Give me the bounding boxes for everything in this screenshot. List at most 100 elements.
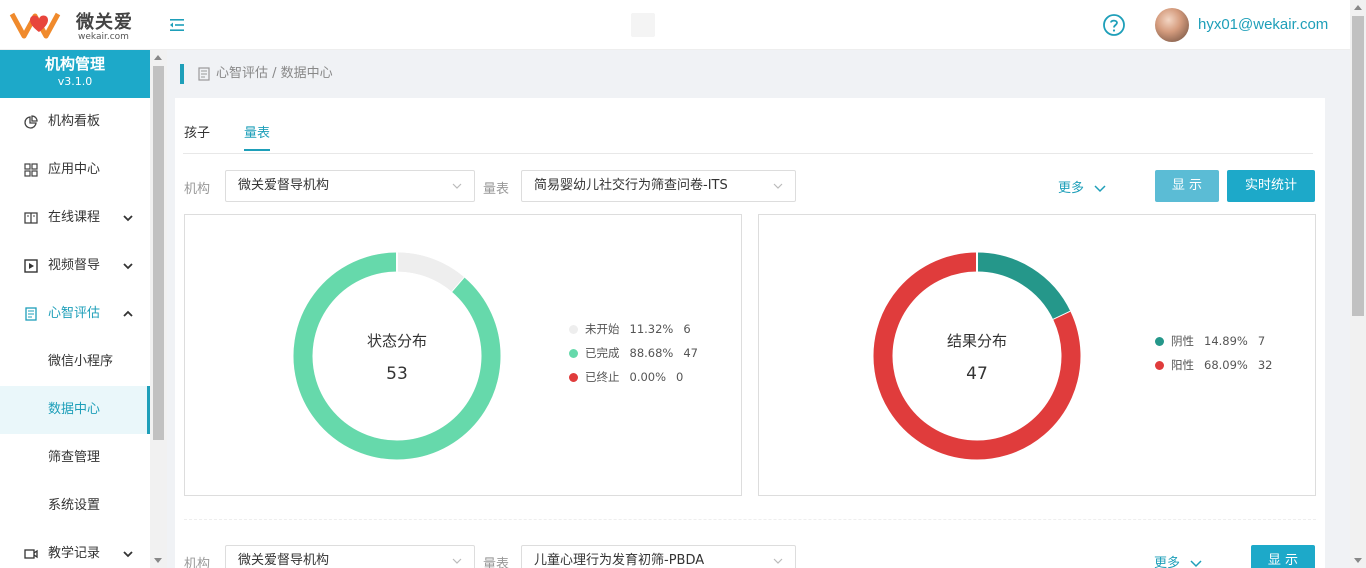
sidebar-item-settings[interactable]: 系统设置 bbox=[0, 482, 150, 530]
chevron-down-icon bbox=[773, 183, 783, 189]
legend-count: 47 bbox=[683, 346, 698, 360]
legend-dot bbox=[1155, 337, 1164, 346]
scale-label: 量表 bbox=[483, 557, 510, 568]
donut-slice[interactable] bbox=[293, 252, 501, 460]
show-button[interactable]: 显 示 bbox=[1251, 545, 1315, 568]
sidebar-title: 机构管理 bbox=[44, 55, 105, 73]
legend-percent: 0.00% bbox=[629, 370, 667, 384]
legend-name: 已终止 bbox=[585, 370, 620, 384]
legend-item[interactable]: 阴性 14.89% 7 bbox=[1155, 329, 1283, 353]
legend-percent: 88.68% bbox=[629, 346, 674, 360]
sidebar: 机构管理 v3.1.0 机构看板 应用中心 在线课程 视频督导 心智评估 微信小… bbox=[0, 50, 150, 568]
org-select-value: 微关爱督导机构 bbox=[238, 553, 330, 568]
page-scrollbar[interactable] bbox=[1350, 0, 1366, 568]
chart-legend: 未开始 11.32% 6 已完成 88.68% 47 已终止 0.00% 0 bbox=[569, 317, 708, 389]
chevron-down-icon bbox=[123, 263, 133, 270]
filter-row: 机构 微关爱督导机构 量表 儿童心理行为发育初筛-PBDA 更多 显 示 bbox=[184, 545, 1316, 568]
sidebar-item-label: 系统设置 bbox=[48, 498, 101, 513]
legend-count: 0 bbox=[676, 370, 684, 384]
sidebar-item-video-supervision[interactable]: 视频督导 bbox=[0, 242, 150, 290]
sidebar-item-label: 心智评估 bbox=[48, 306, 101, 321]
legend-item[interactable]: 阳性 68.09% 32 bbox=[1155, 353, 1283, 377]
version-label: v3.1.0 bbox=[57, 75, 93, 88]
chart-total: 47 bbox=[966, 364, 988, 384]
question-circle-icon[interactable] bbox=[1102, 13, 1126, 37]
donut-slice[interactable] bbox=[396, 252, 465, 293]
scroll-down-arrow[interactable] bbox=[1354, 558, 1362, 563]
chart-title: 状态分布 bbox=[366, 332, 427, 350]
tab-bar: 孩子 量表 bbox=[183, 98, 1313, 154]
result-donut-chart bbox=[873, 252, 1081, 460]
user-email[interactable]: hyx01@wekair.com bbox=[1198, 16, 1328, 33]
sidebar-scrollbar[interactable] bbox=[150, 50, 167, 568]
legend-name: 已完成 bbox=[585, 346, 620, 360]
scale-select-value: 简易婴幼儿社交行为筛查问卷-ITS bbox=[534, 178, 728, 193]
sidebar-item-mind-assessment[interactable]: 心智评估 bbox=[0, 290, 150, 338]
scale-label: 量表 bbox=[483, 182, 510, 197]
scroll-thumb[interactable] bbox=[1352, 16, 1364, 316]
tab-child[interactable]: 孩子 bbox=[184, 122, 210, 149]
legend-name: 阳性 bbox=[1171, 358, 1194, 372]
realtime-stats-button[interactable]: 实时统计 bbox=[1227, 170, 1315, 202]
chevron-up-icon bbox=[123, 310, 133, 317]
chart-total: 53 bbox=[386, 364, 408, 384]
sidebar-item-teaching-record[interactable]: 教学记录 bbox=[0, 530, 150, 568]
sidebar-item-online-course[interactable]: 在线课程 bbox=[0, 194, 150, 242]
legend-dot bbox=[569, 325, 578, 334]
menu-fold-icon[interactable] bbox=[168, 16, 186, 34]
filter-row: 机构 微关爱督导机构 量表 简易婴幼儿社交行为筛查问卷-ITS 更多 显 示 实… bbox=[184, 170, 1316, 202]
more-filters-toggle[interactable]: 更多 bbox=[1154, 552, 1202, 568]
more-filters-toggle[interactable]: 更多 bbox=[1058, 177, 1106, 196]
donut-slice[interactable] bbox=[976, 252, 1071, 321]
scroll-down-arrow[interactable] bbox=[154, 558, 162, 563]
pie-chart-icon bbox=[24, 115, 38, 129]
org-label: 机构 bbox=[184, 557, 211, 568]
scroll-up-arrow[interactable] bbox=[154, 55, 162, 60]
file-icon bbox=[25, 307, 37, 321]
video-camera-icon bbox=[24, 549, 38, 559]
legend-dot bbox=[569, 349, 578, 358]
brand-domain: wekair.com bbox=[78, 32, 129, 42]
center-image bbox=[631, 13, 655, 37]
sidebar-header: 机构管理 v3.1.0 bbox=[0, 50, 150, 98]
logo-icon bbox=[9, 12, 61, 39]
legend-count: 6 bbox=[683, 322, 691, 336]
result-chart-panel: 结果分布 47 阴性 14.89% 7 阳性 68.09% 32 bbox=[758, 214, 1316, 496]
tab-scale[interactable]: 量表 bbox=[244, 122, 271, 151]
avatar[interactable] bbox=[1155, 8, 1189, 42]
main-card: 孩子 量表 机构 微关爱督导机构 量表 简易婴幼儿社交行为筛查问卷-ITS 更多… bbox=[175, 98, 1325, 568]
status-chart-panel: 状态分布 53 未开始 11.32% 6 已完成 88.68% 47 已终止 0.00% 0 bbox=[184, 214, 742, 496]
sidebar-item-label: 教学记录 bbox=[48, 546, 101, 561]
show-button[interactable]: 显 示 bbox=[1155, 170, 1219, 202]
brand-logo[interactable]: 微关爱 wekair.com bbox=[8, 6, 138, 44]
legend-percent: 14.89% bbox=[1204, 334, 1248, 348]
legend-item[interactable]: 未开始 11.32% 6 bbox=[569, 317, 708, 341]
scale-select[interactable]: 儿童心理行为发育初筛-PBDA bbox=[521, 545, 796, 568]
chevron-down-icon bbox=[123, 215, 133, 222]
scale-select[interactable]: 简易婴幼儿社交行为筛查问卷-ITS bbox=[521, 170, 796, 202]
file-icon bbox=[198, 67, 210, 81]
sidebar-item-dashboard[interactable]: 机构看板 bbox=[0, 98, 150, 146]
chevron-down-icon bbox=[452, 558, 462, 564]
sidebar-item-app-center[interactable]: 应用中心 bbox=[0, 146, 150, 194]
sidebar-item-wechat-miniprogram[interactable]: 微信小程序 bbox=[0, 338, 150, 386]
legend-name: 未开始 bbox=[585, 322, 620, 336]
sidebar-item-data-center[interactable]: 数据中心 bbox=[0, 386, 150, 434]
sidebar-item-screening[interactable]: 筛查管理 bbox=[0, 434, 150, 482]
legend-dot bbox=[1155, 361, 1164, 370]
scroll-up-arrow[interactable] bbox=[1354, 5, 1362, 10]
chevron-down-icon bbox=[773, 558, 783, 564]
legend-item[interactable]: 已终止 0.00% 0 bbox=[569, 365, 708, 389]
chevron-down-icon bbox=[452, 183, 462, 189]
breadcrumb-text: 心智评估 / 数据中心 bbox=[216, 66, 333, 81]
legend-count: 7 bbox=[1257, 334, 1266, 348]
scroll-thumb[interactable] bbox=[153, 66, 164, 440]
chevron-down-icon bbox=[1190, 559, 1202, 567]
legend-count: 32 bbox=[1257, 358, 1273, 372]
org-select[interactable]: 微关爱督导机构 bbox=[225, 545, 475, 568]
legend-item[interactable]: 已完成 88.68% 47 bbox=[569, 341, 708, 365]
org-label: 机构 bbox=[184, 182, 211, 197]
org-select[interactable]: 微关爱督导机构 bbox=[225, 170, 475, 202]
chart-legend: 阴性 14.89% 7 阳性 68.09% 32 bbox=[1155, 329, 1283, 377]
legend-percent: 68.09% bbox=[1204, 358, 1248, 372]
